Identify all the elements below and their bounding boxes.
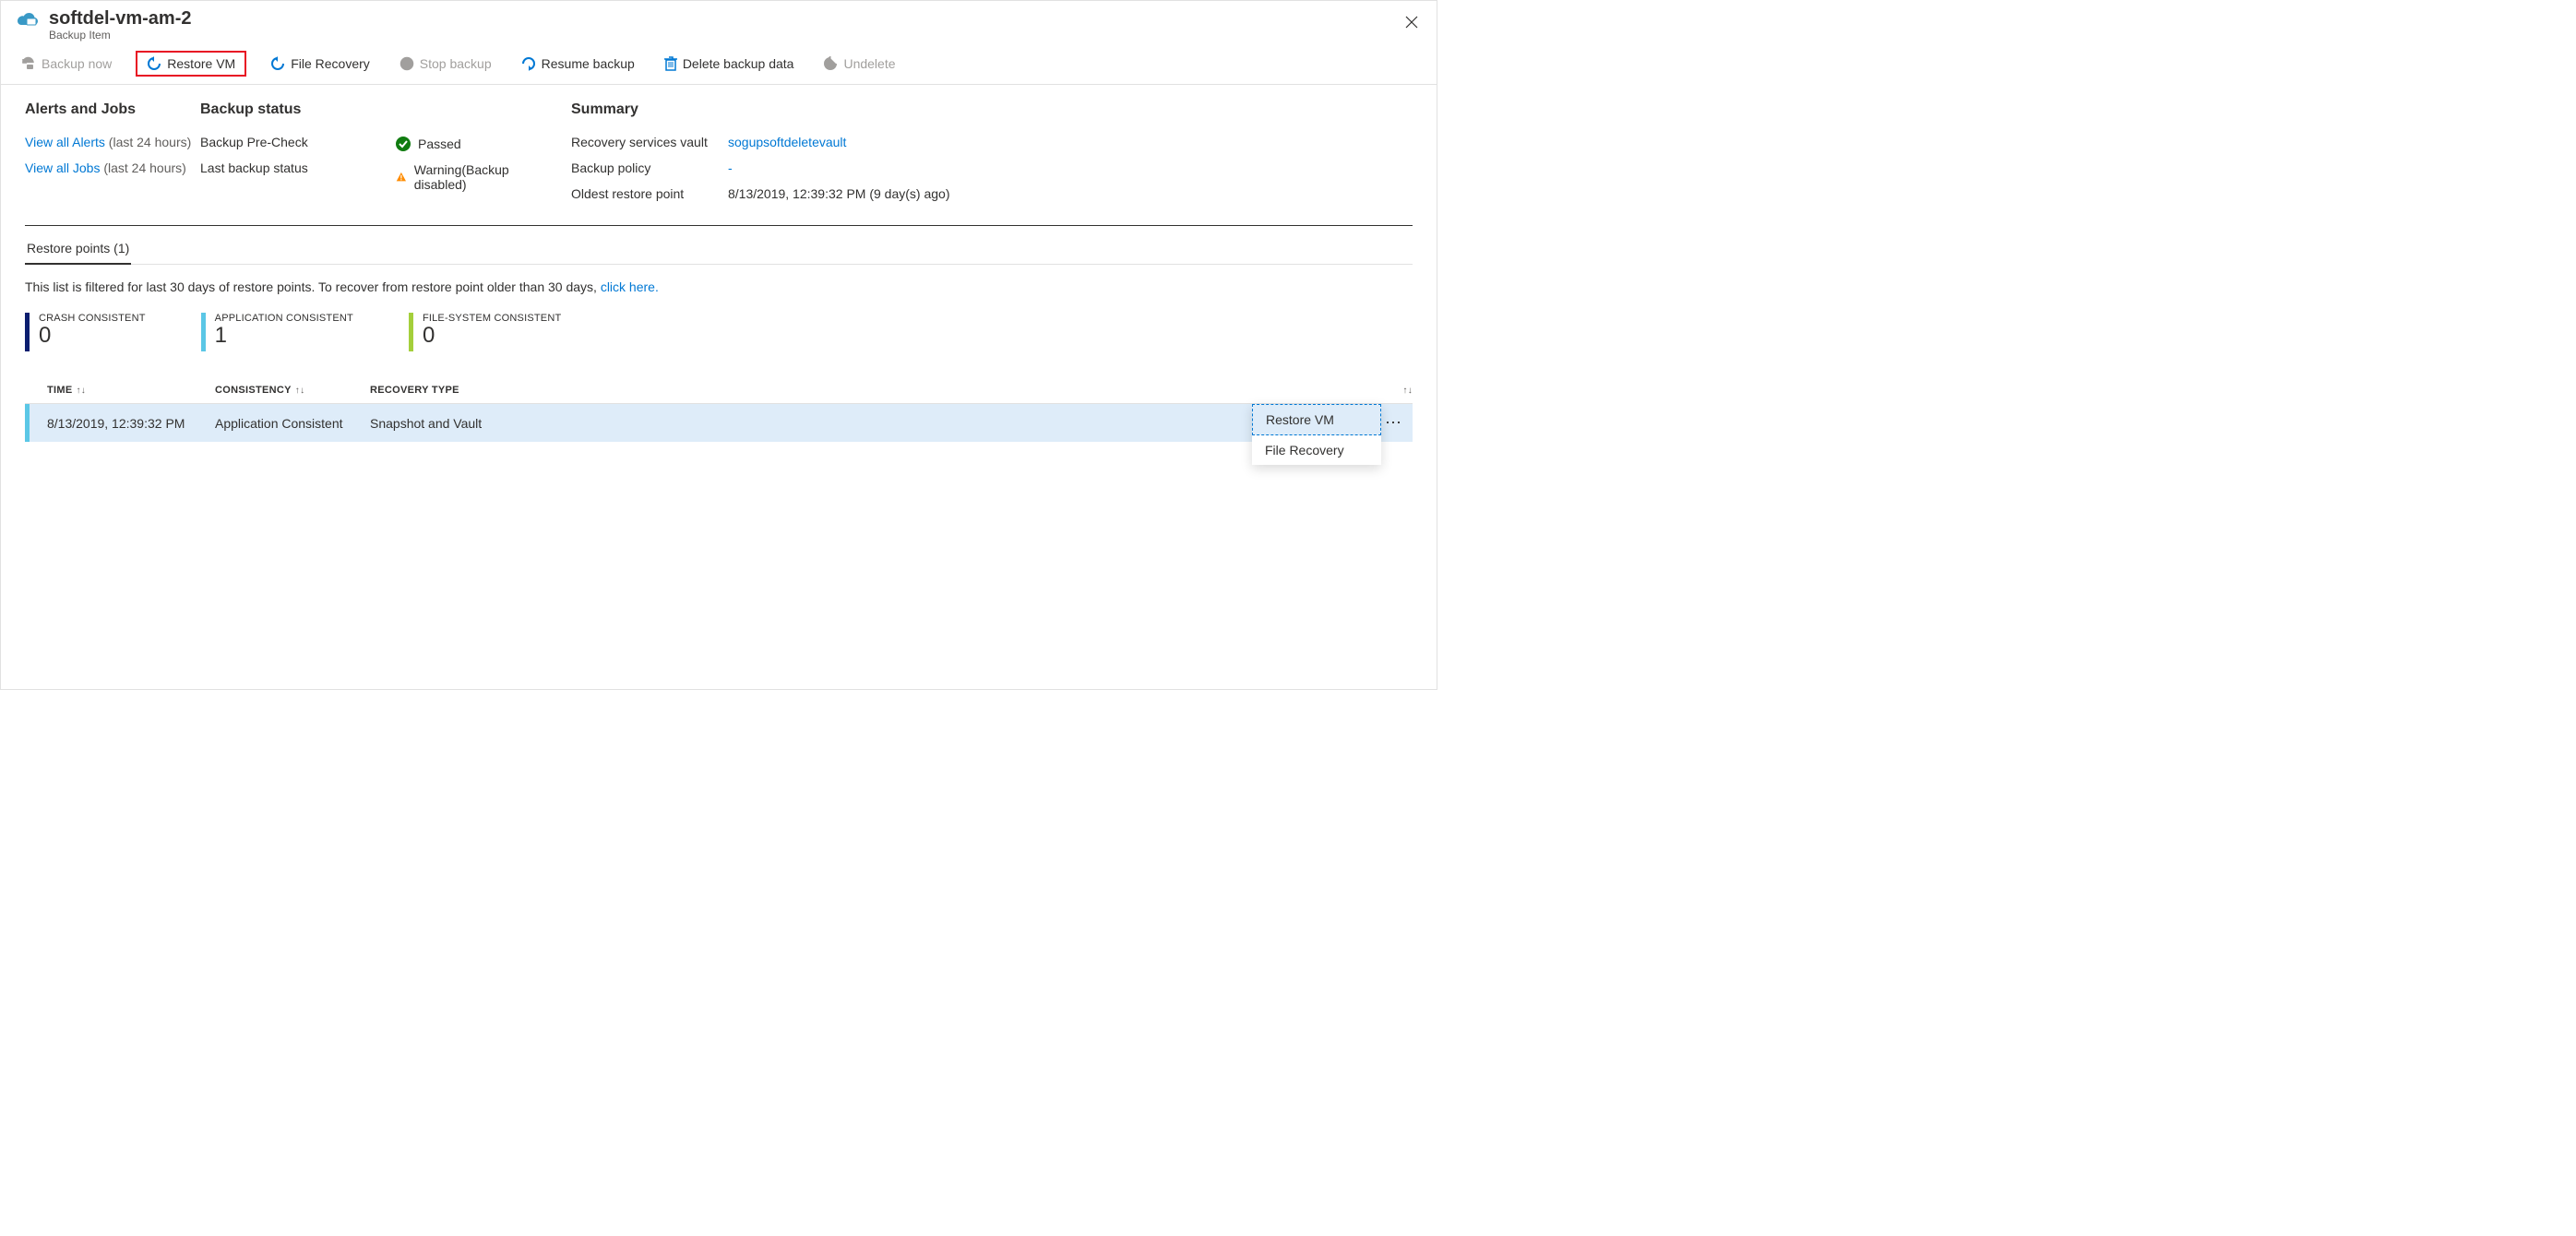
context-file-recovery[interactable]: File Recovery [1252, 435, 1381, 465]
last-backup-label: Last backup status [200, 160, 311, 175]
application-consistent-stat: APPLICATION CONSISTENT 1 [201, 313, 353, 351]
precheck-value: Passed [418, 137, 461, 151]
page-subtitle: Backup Item [49, 29, 191, 42]
page-title: softdel-vm-am-2 [49, 8, 191, 29]
view-all-alerts-link[interactable]: View all Alerts [25, 135, 105, 149]
policy-link[interactable]: - [728, 160, 733, 175]
undelete-button: Undelete [817, 53, 900, 75]
backup-now-label: Backup now [42, 56, 112, 71]
vault-link[interactable]: sogupsoftdeletevault [728, 135, 846, 149]
crash-consistent-stat: CRASH CONSISTENT 0 [25, 313, 146, 351]
vault-label: Recovery services vault [571, 135, 728, 149]
blade-header: softdel-vm-am-2 Backup Item [1, 1, 1437, 45]
file-recovery-button[interactable]: File Recovery [265, 53, 376, 75]
cloud-vm-icon [16, 12, 40, 33]
context-restore-vm[interactable]: Restore VM [1252, 404, 1381, 435]
file-recovery-label: File Recovery [291, 56, 370, 71]
backup-status-title: Backup status [200, 101, 396, 118]
warning-triangle-icon [396, 170, 407, 184]
sort-icon: ↑↓ [76, 386, 86, 396]
check-circle-icon [396, 137, 411, 151]
stop-backup-button: Stop backup [394, 53, 497, 75]
delete-backup-data-button[interactable]: Delete backup data [659, 53, 800, 75]
precheck-label: Backup Pre-Check [200, 135, 311, 149]
summary-title: Summary [571, 101, 1413, 118]
sort-icon: ↑↓ [295, 386, 305, 396]
col-recovery-type[interactable]: RECOVERY TYPE [370, 385, 1376, 396]
command-bar: Backup now Restore VM File Recovery Stop… [1, 45, 1437, 85]
stop-backup-label: Stop backup [420, 56, 492, 71]
row-context-menu: Restore VM File Recovery [1252, 404, 1381, 465]
col-consistency[interactable]: CONSISTENCY ↑↓ [215, 385, 370, 396]
policy-label: Backup policy [571, 160, 728, 175]
restore-vm-label: Restore VM [167, 56, 235, 71]
resume-backup-label: Resume backup [542, 56, 635, 71]
cell-consistency: Application Consistent [215, 416, 370, 431]
alerts-jobs-title: Alerts and Jobs [25, 101, 200, 118]
close-button[interactable] [1398, 10, 1425, 37]
resume-backup-button[interactable]: Resume backup [516, 53, 640, 75]
table-header: TIME ↑↓ CONSISTENCY ↑↓ RECOVERY TYPE ↑↓ [25, 377, 1413, 404]
cell-time: 8/13/2019, 12:39:32 PM [47, 416, 215, 431]
file-system-consistent-stat: FILE-SYSTEM CONSISTENT 0 [409, 313, 561, 351]
filter-info-text: This list is filtered for last 30 days o… [25, 279, 1413, 294]
alerts-last24: (last 24 hours) [109, 135, 191, 149]
tab-restore-points[interactable]: Restore points (1) [25, 235, 131, 265]
undelete-label: Undelete [843, 56, 895, 71]
backup-now-button: Backup now [16, 53, 117, 75]
oldest-label: Oldest restore point [571, 186, 728, 201]
row-menu-button[interactable]: ⋯ [1385, 413, 1403, 433]
restore-vm-button[interactable]: Restore VM [136, 51, 246, 77]
oldest-value: 8/13/2019, 12:39:32 PM (9 day(s) ago) [728, 186, 1413, 201]
view-all-jobs-link[interactable]: View all Jobs [25, 160, 100, 175]
table-row[interactable]: 8/13/2019, 12:39:32 PM Application Consi… [25, 404, 1413, 442]
sort-icon: ↑↓ [1402, 386, 1413, 396]
col-time[interactable]: TIME ↑↓ [47, 385, 215, 396]
cell-recovery-type: Snapshot and Vault [370, 416, 1376, 431]
delete-backup-data-label: Delete backup data [683, 56, 794, 71]
jobs-last24: (last 24 hours) [103, 160, 185, 175]
click-here-link[interactable]: click here. [601, 279, 659, 294]
last-backup-value: Warning(Backup disabled) [414, 162, 525, 192]
